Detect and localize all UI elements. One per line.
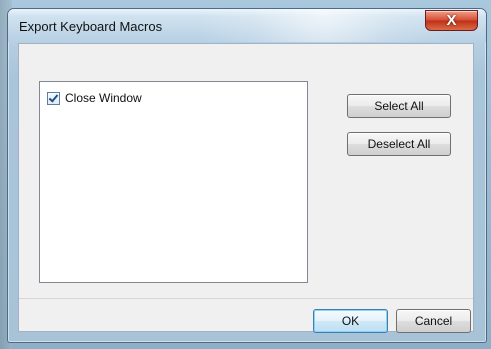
title-bar[interactable]: Export Keyboard Macros X xyxy=(8,9,486,42)
macro-list-box[interactable]: Close Window xyxy=(39,81,308,283)
footer-separator xyxy=(19,298,473,299)
close-button[interactable]: X xyxy=(425,10,478,31)
macro-list-item[interactable]: Close Window xyxy=(47,91,142,105)
close-icon: X xyxy=(446,12,457,29)
ok-button[interactable]: OK xyxy=(313,309,388,333)
cancel-button[interactable]: Cancel xyxy=(396,309,471,333)
checkbox-icon[interactable] xyxy=(47,91,60,105)
dialog-content: Close Window Select All Deselect All OK … xyxy=(18,43,474,333)
select-all-button[interactable]: Select All xyxy=(347,94,451,118)
deselect-all-button[interactable]: Deselect All xyxy=(347,132,451,156)
export-keyboard-macros-dialog: Export Keyboard Macros X Close Window Se… xyxy=(7,8,487,343)
window-title: Export Keyboard Macros xyxy=(19,19,163,34)
screen-background: Export Keyboard Macros X Close Window Se… xyxy=(0,0,491,349)
macro-item-label: Close Window xyxy=(65,91,142,105)
